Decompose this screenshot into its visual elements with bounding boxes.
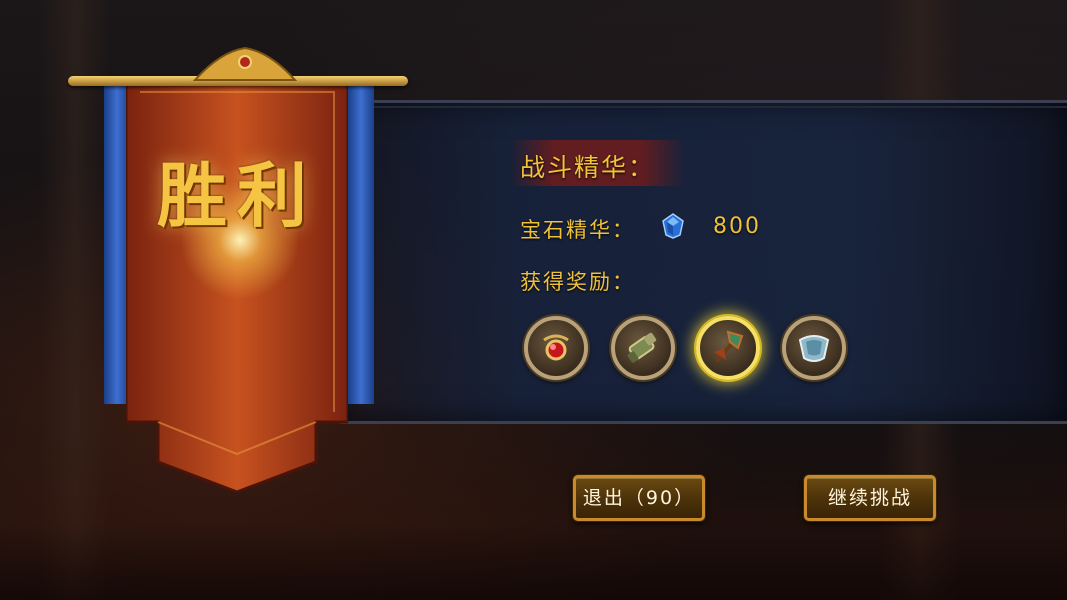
reward-item-amulet[interactable] bbox=[524, 316, 588, 380]
red-amulet-icon bbox=[543, 334, 569, 361]
reward-item-axe[interactable] bbox=[696, 316, 760, 380]
rewards-label: 获得奖励： bbox=[520, 270, 635, 294]
banner-crest-ornament bbox=[192, 46, 298, 81]
blue-gem-icon bbox=[662, 213, 684, 239]
victory-title: 胜利 bbox=[157, 155, 317, 237]
exit-button[interactable]: 退出（90） bbox=[573, 475, 705, 521]
reward-panel bbox=[340, 100, 1067, 424]
reward-item-armor[interactable] bbox=[782, 316, 846, 380]
section-title-banner: 战斗精华： bbox=[510, 140, 685, 186]
continue-challenge-button[interactable]: 继续挑战 bbox=[804, 475, 936, 521]
reward-item-gauntlet[interactable] bbox=[611, 316, 675, 380]
gem-essence-label: 宝石精华： bbox=[520, 218, 635, 242]
gauntlet-icon bbox=[627, 332, 657, 363]
section-title: 战斗精华： bbox=[520, 153, 656, 182]
shoulder-armor-icon bbox=[798, 335, 830, 362]
axe-icon bbox=[714, 330, 744, 363]
banner-ribbon-right bbox=[348, 84, 374, 404]
gem-essence-value: 800 bbox=[713, 214, 761, 239]
